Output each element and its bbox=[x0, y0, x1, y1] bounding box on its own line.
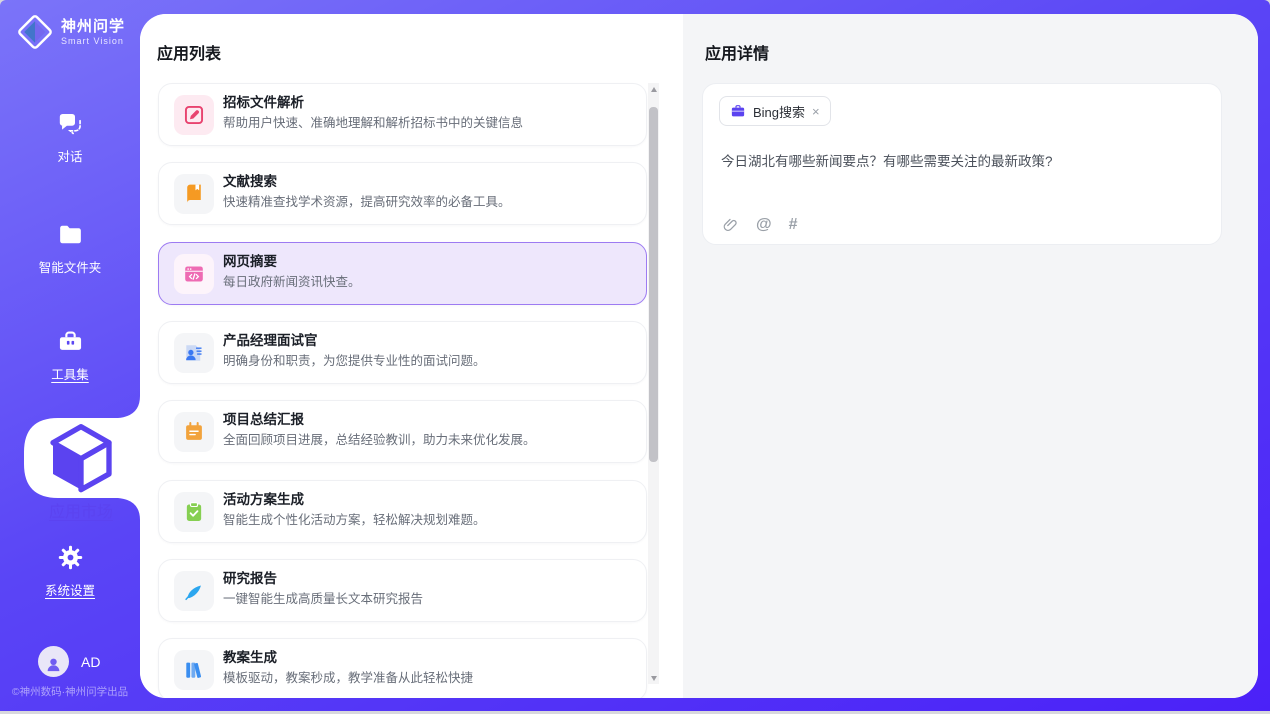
app-icon-tile bbox=[174, 254, 214, 294]
toolbox-icon bbox=[57, 328, 84, 355]
app-window: 神州问学 Smart Vision 对话 智能文件夹 工具集 应用市场 系统设置 bbox=[0, 0, 1270, 711]
sidebar-item-settings[interactable]: 系统设置 bbox=[0, 544, 140, 599]
user-account[interactable]: AD bbox=[38, 646, 100, 677]
sidebar-item-chat[interactable]: 对话 bbox=[0, 110, 140, 165]
app-icon-tile bbox=[174, 412, 214, 452]
app-icon-tile bbox=[174, 174, 214, 214]
app-detail-panel: 应用详情 Bing搜索 × 今日湖北有哪些新闻要点？有哪些需要关注的最新政策? … bbox=[683, 14, 1258, 698]
paperclip-icon[interactable] bbox=[721, 216, 739, 234]
app-name: 招标文件解析 bbox=[223, 94, 632, 112]
app-desc: 快速精准查找学术资源，提高研究效率的必备工具。 bbox=[223, 194, 632, 211]
hash-icon[interactable]: # bbox=[789, 216, 798, 234]
user-name: AD bbox=[81, 654, 100, 670]
app-card-project-summary[interactable]: 项目总结汇报 全面回顾项目进展，总结经验教训，助力未来优化发展。 bbox=[158, 400, 647, 463]
app-desc: 一键智能生成高质量长文本研究报告 bbox=[223, 591, 632, 608]
browser-code-icon bbox=[183, 263, 205, 285]
sidebar-item-label: 系统设置 bbox=[0, 580, 140, 599]
gear-icon bbox=[57, 544, 84, 571]
app-icon-tile bbox=[174, 492, 214, 532]
user-icon bbox=[44, 652, 63, 671]
app-name: 文献搜索 bbox=[223, 173, 632, 191]
avatar bbox=[38, 646, 69, 677]
scrollbar-thumb[interactable] bbox=[649, 107, 658, 462]
list-scrollbar[interactable] bbox=[648, 83, 659, 684]
app-name: 网页摘要 bbox=[223, 253, 632, 271]
app-name: 教案生成 bbox=[223, 649, 632, 667]
pen-report-icon bbox=[183, 580, 205, 602]
briefcase-icon bbox=[730, 103, 746, 119]
app-desc: 全面回顾项目进展，总结经验教训，助力未来优化发展。 bbox=[223, 432, 632, 449]
sidebar-item-toolset[interactable]: 工具集 bbox=[0, 328, 140, 383]
app-name: 研究报告 bbox=[223, 570, 632, 588]
book-icon bbox=[183, 183, 205, 205]
app-card-webpage-summary[interactable]: 网页摘要 每日政府新闻资讯快查。 bbox=[158, 242, 647, 305]
app-card-event-plan[interactable]: 活动方案生成 智能生成个性化活动方案，轻松解决规划难题。 bbox=[158, 480, 647, 543]
cube-icon bbox=[22, 418, 140, 498]
brand-name: 神州问学 bbox=[61, 18, 125, 35]
sidebar-item-label: 智能文件夹 bbox=[0, 257, 140, 276]
app-desc: 每日政府新闻资讯快查。 bbox=[223, 274, 632, 291]
scroll-down-button[interactable] bbox=[648, 672, 659, 684]
app-card-pm-interviewer[interactable]: 产品经理面试官 明确身份和职责，为您提供专业性的面试问题。 bbox=[158, 321, 647, 384]
app-icon-tile bbox=[174, 95, 214, 135]
app-name: 项目总结汇报 bbox=[223, 411, 632, 429]
prompt-card: Bing搜索 × 今日湖北有哪些新闻要点？有哪些需要关注的最新政策? @ # bbox=[702, 83, 1222, 245]
folder-icon bbox=[57, 221, 84, 248]
app-list-panel: 应用列表 招标文件解析 帮助用户快速、准确地理解和解析招标书中的关键信息 文献搜… bbox=[140, 14, 683, 698]
app-desc: 模板驱动，教案秒成，教学准备从此轻松快捷 bbox=[223, 670, 632, 687]
sidebar-item-label: 工具集 bbox=[0, 364, 140, 383]
app-icon-tile bbox=[174, 571, 214, 611]
app-name: 活动方案生成 bbox=[223, 491, 632, 509]
brand: 神州问学 Smart Vision bbox=[16, 13, 125, 51]
composer-toolbar: @ # bbox=[721, 216, 798, 234]
calendar-note-icon bbox=[183, 421, 205, 443]
tool-tag-label: Bing搜索 bbox=[753, 102, 805, 121]
app-desc: 帮助用户快速、准确地理解和解析招标书中的关键信息 bbox=[223, 115, 632, 132]
sidebar-item-label: 对话 bbox=[0, 146, 140, 165]
chat-icon bbox=[57, 110, 84, 137]
app-icon-tile bbox=[174, 333, 214, 373]
tool-tag-bing-search[interactable]: Bing搜索 × bbox=[719, 96, 831, 126]
books-icon bbox=[183, 659, 205, 681]
brand-subtitle: Smart Vision bbox=[61, 36, 125, 47]
sidebar-item-app-market[interactable]: 应用市场 bbox=[22, 418, 140, 498]
at-icon[interactable]: @ bbox=[756, 216, 772, 234]
app-desc: 智能生成个性化活动方案，轻松解决规划难题。 bbox=[223, 512, 632, 529]
scroll-up-button[interactable] bbox=[648, 83, 659, 95]
brand-logo-icon bbox=[16, 13, 54, 51]
app-desc: 明确身份和职责，为您提供专业性的面试问题。 bbox=[223, 353, 632, 370]
sidebar-item-smart-folder[interactable]: 智能文件夹 bbox=[0, 221, 140, 276]
pencil-doc-icon bbox=[183, 104, 205, 126]
close-icon[interactable]: × bbox=[812, 105, 820, 118]
app-list-title: 应用列表 bbox=[157, 40, 221, 64]
sidebar-item-label: 应用市场 bbox=[49, 504, 113, 521]
app-card-literature-search[interactable]: 文献搜索 快速精准查找学术资源，提高研究效率的必备工具。 bbox=[158, 162, 647, 225]
main-content: 应用列表 招标文件解析 帮助用户快速、准确地理解和解析招标书中的关键信息 文献搜… bbox=[140, 14, 1258, 698]
app-detail-title: 应用详情 bbox=[705, 40, 769, 64]
clipboard-check-icon bbox=[183, 501, 205, 523]
query-text-input[interactable]: 今日湖北有哪些新闻要点？有哪些需要关注的最新政策? bbox=[721, 152, 1205, 171]
app-card-research-report[interactable]: 研究报告 一键智能生成高质量长文本研究报告 bbox=[158, 559, 647, 622]
app-card-bid-document-analysis[interactable]: 招标文件解析 帮助用户快速、准确地理解和解析招标书中的关键信息 bbox=[158, 83, 647, 146]
interviewer-icon bbox=[183, 342, 205, 364]
app-name: 产品经理面试官 bbox=[223, 332, 632, 350]
app-card-lesson-plan[interactable]: 教案生成 模板驱动，教案秒成，教学准备从此轻松快捷 bbox=[158, 638, 647, 698]
app-icon-tile bbox=[174, 650, 214, 690]
sidebar: 神州问学 Smart Vision 对话 智能文件夹 工具集 应用市场 系统设置 bbox=[0, 0, 140, 711]
copyright-footer: ©神州数码·神州问学出品 bbox=[0, 684, 140, 699]
